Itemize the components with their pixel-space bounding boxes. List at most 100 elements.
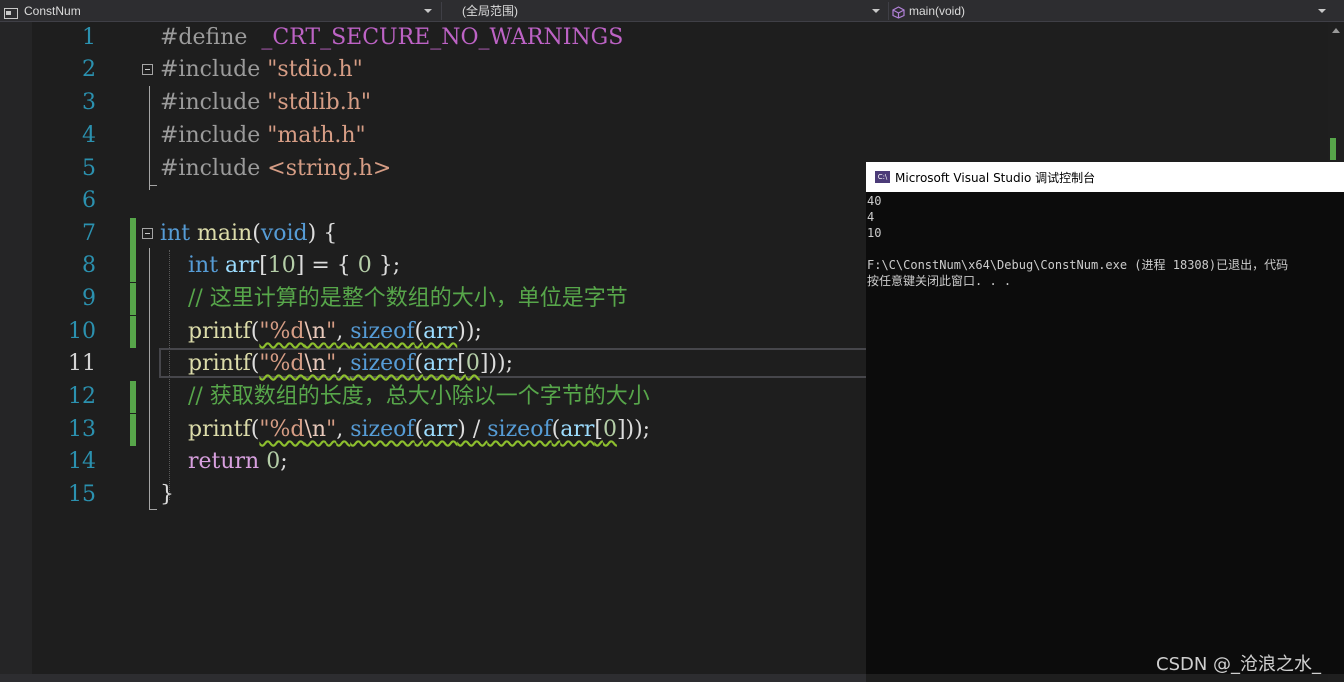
code-text: // 这里计算的是整个数组的大小，单位是字节	[160, 283, 628, 315]
console-app-icon: C:\	[875, 171, 890, 183]
member-dropdown[interactable]: main(void)	[892, 2, 1332, 20]
token: 0	[465, 351, 480, 376]
token: #include	[160, 123, 261, 148]
console-titlebar[interactable]: C:\ Microsoft Visual Studio 调试控制台	[866, 162, 1344, 192]
token: ]));	[616, 417, 651, 442]
token: (	[414, 319, 424, 344]
console-output: 40 4 10 F:\C\ConstNum\x64\Debug\ConstNum…	[866, 193, 1344, 674]
line-number: 15	[68, 482, 96, 507]
change-marker	[1330, 138, 1336, 160]
token: (	[414, 417, 424, 442]
scroll-up-arrow-icon[interactable]	[1332, 28, 1340, 33]
token: printf	[187, 417, 251, 442]
console-line: F:\C\ConstNum\x64\Debug\ConstNum.exe (进程…	[867, 258, 1289, 272]
line-number: 1	[82, 25, 96, 50]
line-number: 2	[82, 57, 96, 82]
token: ));	[457, 319, 482, 344]
code-text: }	[160, 479, 174, 511]
token: main	[197, 221, 253, 246]
token: void	[260, 221, 308, 246]
token: ,	[336, 319, 351, 344]
chevron-down-icon	[1318, 9, 1326, 13]
comment: // 获取数组的长度，总大小除以一个字节的大小	[187, 384, 650, 409]
code-text: #define _CRT_SECURE_NO_WARNINGS	[160, 22, 623, 54]
comment: // 这里计算的是整个数组的大小，单位是字节	[187, 286, 628, 311]
console-title: Microsoft Visual Studio 调试控制台	[895, 171, 1096, 185]
token: "%d	[259, 351, 305, 376]
token: \n	[304, 319, 327, 344]
token: ]));	[479, 351, 514, 376]
token: printf	[187, 351, 251, 376]
watermark: CSDN @_沧浪之水_	[1156, 654, 1322, 675]
line-number: 3	[82, 90, 96, 115]
token: [	[594, 417, 603, 442]
change-indicator	[130, 316, 136, 348]
token: #include	[160, 156, 261, 181]
change-indicator	[130, 381, 136, 413]
collapse-icon[interactable]	[142, 228, 153, 239]
change-indicator	[130, 218, 136, 250]
token: "%d	[259, 319, 305, 344]
line-number: 11	[68, 351, 96, 376]
token: ;	[280, 449, 288, 474]
token: #include	[160, 90, 261, 115]
change-indicator	[130, 283, 136, 315]
token: }	[160, 482, 174, 507]
token: ,	[336, 417, 351, 442]
token: ] = {	[295, 253, 358, 278]
debug-console-window[interactable]: C:\ Microsoft Visual Studio 调试控制台 40 4 1…	[866, 162, 1344, 674]
token: arr	[423, 319, 458, 344]
token: (	[551, 417, 561, 442]
line-number: 10	[68, 319, 96, 344]
token: 0	[266, 449, 281, 474]
line-number: 6	[82, 188, 96, 213]
token: arr	[560, 417, 595, 442]
line-number: 8	[82, 253, 96, 278]
code-text: printf("%d\n", sizeof(arr) / sizeof(arr[…	[160, 414, 650, 446]
divider	[441, 2, 442, 20]
code-text: printf("%d\n", sizeof(arr[0]));	[160, 348, 513, 380]
project-name: ConstNum	[24, 4, 81, 18]
scope-dropdown[interactable]: (全局范围)	[444, 2, 886, 20]
code-text: int arr[10] = { 0 };	[160, 250, 400, 282]
code-line: 2 #include "stdio.h"	[32, 54, 1328, 86]
collapse-icon[interactable]	[142, 64, 153, 75]
token: arr	[423, 417, 458, 442]
scope-label: (全局范围)	[462, 4, 518, 18]
chevron-down-icon	[424, 9, 432, 13]
token: "stdio.h"	[267, 57, 363, 82]
console-line: 40	[867, 194, 882, 208]
token: "stdlib.h"	[267, 90, 372, 115]
code-text: // 获取数组的长度，总大小除以一个字节的大小	[160, 381, 650, 413]
token: ) {	[307, 221, 338, 246]
editor-left-margin	[0, 22, 32, 682]
console-line: 4	[867, 210, 875, 224]
token: [	[457, 351, 466, 376]
line-number: 5	[82, 156, 96, 181]
token: sizeof	[350, 319, 415, 344]
token: "math.h"	[267, 123, 366, 148]
token: "	[326, 351, 337, 376]
navigation-bar: ConstNum (全局范围) main(void)	[0, 0, 1344, 22]
token: sizeof	[350, 351, 415, 376]
token: arr	[423, 351, 458, 376]
token: "%d	[259, 417, 305, 442]
token: <string.h>	[267, 156, 392, 181]
token: printf	[187, 319, 251, 344]
token: 10	[267, 253, 296, 278]
console-line: 按任意键关闭此窗口. . .	[867, 274, 1012, 288]
token: \n	[304, 417, 327, 442]
token: 0	[602, 417, 617, 442]
code-text: int main(void) {	[160, 218, 337, 250]
token: arr	[225, 253, 260, 278]
line-number: 9	[82, 286, 96, 311]
token: #define	[160, 25, 248, 50]
code-text: #include "stdio.h"	[160, 54, 363, 86]
member-name: main(void)	[909, 4, 966, 18]
project-dropdown[interactable]: ConstNum	[4, 2, 438, 20]
token: \n	[304, 351, 327, 376]
token: "	[326, 319, 337, 344]
token: "	[326, 417, 337, 442]
code-text: #include "math.h"	[160, 120, 366, 152]
token: (	[252, 221, 261, 246]
